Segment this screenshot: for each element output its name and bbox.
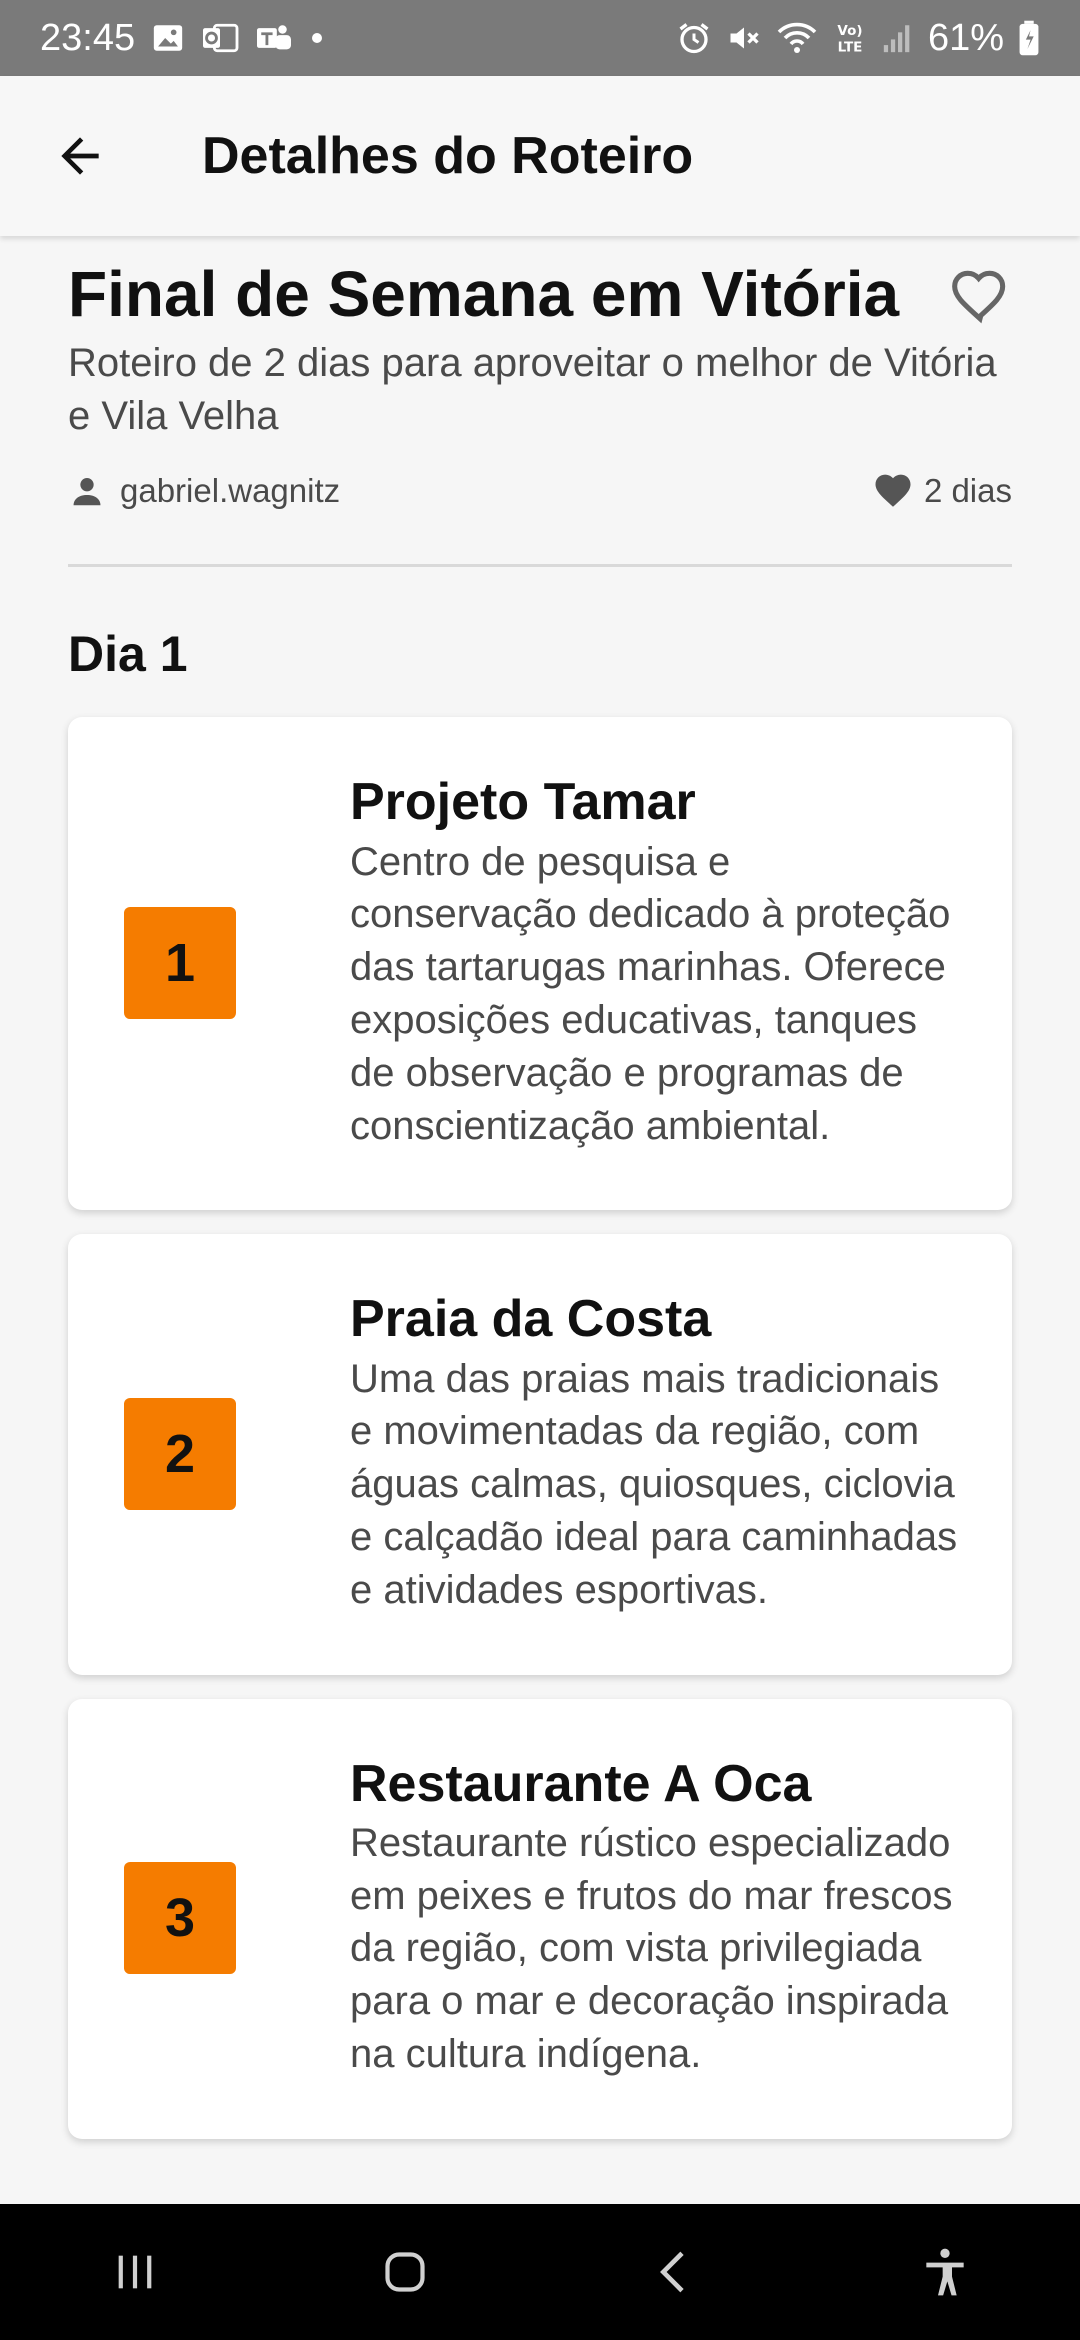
status-bar: 23:45 Vo) LTE 61% [0, 0, 1080, 76]
home-icon [385, 2252, 425, 2292]
stop-title: Projeto Tamar [350, 773, 696, 832]
accessibility-icon [926, 2248, 964, 2296]
day-heading: Dia 1 [68, 626, 188, 683]
outlook-icon [201, 21, 239, 55]
route-details[interactable]: Final de Semana em Vitória Roteiro de 2 … [0, 236, 1080, 2204]
stop-card[interactable]: 1 Projeto Tamar Centro de pesquisa e con… [68, 717, 1012, 1211]
duration-text: 2 dias [923, 472, 1012, 510]
stops-list: 1 Projeto Tamar Centro de pesquisa e con… [0, 717, 1080, 2139]
divider [68, 564, 1012, 568]
route-author: gabriel.wagnitz [68, 472, 340, 510]
stop-title: Restaurante A Oca [350, 1754, 812, 1813]
screen: 23:45 Vo) LTE 61% Detalhes do Roteiro Fi… [0, 0, 1080, 2340]
stop-title: Praia da Costa [350, 1290, 712, 1349]
back-nav-button[interactable] [615, 2212, 735, 2332]
route-title: Final de Semana em Vitória [68, 258, 900, 330]
volte-icon: Vo) LTE [832, 20, 868, 56]
home-button[interactable] [345, 2212, 465, 2332]
stop-card[interactable]: 2 Praia da Costa Uma das praias mais tra… [68, 1234, 1012, 1675]
route-duration: 2 dias [872, 470, 1012, 512]
battery-percent: 61% [927, 16, 1004, 59]
author-name: gabriel.wagnitz [120, 472, 341, 510]
stop-description: Uma das praias mais tradicionais e movim… [350, 1356, 958, 1612]
stop-card[interactable]: 3 Restaurante A Oca Restaurante rústico … [68, 1698, 1012, 2139]
stop-number-badge: 2 [124, 1397, 236, 1510]
battery-icon [1018, 19, 1040, 57]
stop-number-badge: 3 [124, 1861, 236, 1974]
page-title: Detalhes do Roteiro [202, 127, 694, 185]
stop-info: Restaurante A Oca Restaurante rústico es… [350, 1755, 962, 2081]
stop-description: Centro de pesquisa e conservação dedicad… [350, 839, 951, 1148]
app-bar: Detalhes do Roteiro [0, 76, 1080, 236]
dot-icon [309, 30, 325, 46]
heart-icon [875, 475, 911, 508]
route-header: Final de Semana em Vitória Roteiro de 2 … [0, 236, 1080, 512]
stop-number-badge: 1 [124, 906, 236, 1019]
mute-icon [726, 20, 762, 56]
back-icon [660, 2251, 684, 2293]
gallery-icon [151, 21, 185, 55]
stop-info: Projeto Tamar Centro de pesquisa e conse… [350, 773, 962, 1152]
route-description: Roteiro de 2 dias para aproveitar o melh… [68, 340, 997, 438]
teams-icon [255, 21, 293, 55]
recent-apps-icon [118, 2255, 152, 2289]
system-nav-bar [0, 2204, 1080, 2340]
alarm-icon [676, 20, 712, 56]
wifi-icon [776, 20, 818, 56]
favorite-button[interactable] [940, 256, 1020, 336]
recent-apps-button[interactable] [75, 2212, 195, 2332]
person-icon [73, 478, 101, 506]
status-time: 23:45 [40, 16, 136, 59]
arrow-back-icon [61, 137, 99, 175]
heart-outline-icon [952, 270, 1006, 324]
svg-text:Vo): Vo) [837, 23, 862, 39]
route-meta: gabriel.wagnitz 2 dias [68, 470, 1012, 512]
svg-text:LTE: LTE [838, 40, 863, 56]
accessibility-button[interactable] [885, 2212, 1005, 2332]
signal-icon [882, 21, 914, 55]
back-button[interactable] [0, 76, 160, 236]
stop-description: Restaurante rústico especializado em pei… [350, 1820, 953, 2077]
stop-info: Praia da Costa Uma das praias mais tradi… [350, 1290, 962, 1616]
